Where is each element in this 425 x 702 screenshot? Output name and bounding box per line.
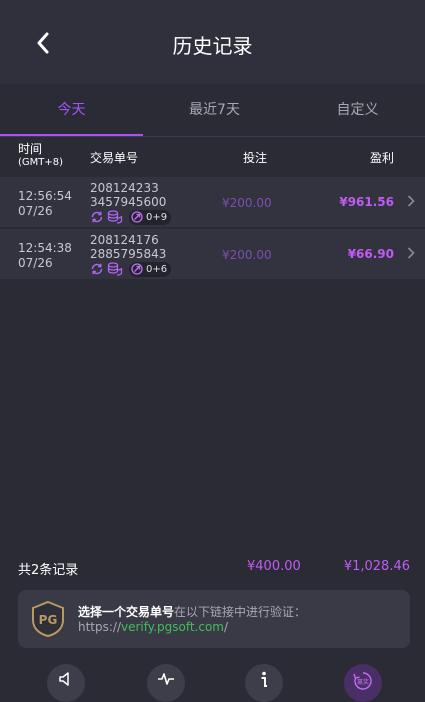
sound-button[interactable] bbox=[47, 664, 85, 702]
column-time-label: 时间 bbox=[18, 142, 43, 156]
total-profit: ¥1,028.46 bbox=[343, 559, 410, 574]
row-datetime: 12:56:54 07/26 bbox=[18, 189, 72, 219]
verify-banner: PG 选择一个交易单号在以下链接中进行验证： https://verify.pg… bbox=[18, 590, 410, 648]
table-header: 时间 (GMT+8) 交易单号 投注 盈利 bbox=[0, 137, 425, 175]
history-button[interactable]: 赢奖 bbox=[344, 664, 382, 702]
column-timezone-label: (GMT+8) bbox=[18, 157, 64, 168]
free-spin-chip: 0+9 bbox=[129, 209, 172, 225]
row-profit: ¥961.56 bbox=[339, 195, 394, 209]
free-spin-chip: 0+6 bbox=[129, 261, 172, 277]
row-date: 07/26 bbox=[18, 256, 53, 270]
coins-icon bbox=[107, 262, 123, 276]
table-row[interactable]: 12:56:54 07/26 208124233 3457945600 0+9 … bbox=[0, 177, 425, 227]
row-txn-line1: 208124233 bbox=[90, 181, 159, 195]
row-datetime: 12:54:38 07/26 bbox=[18, 241, 72, 271]
row-time: 12:56:54 bbox=[18, 189, 72, 203]
verify-instruction: 选择一个交易单号在以下链接中进行验证： bbox=[78, 603, 306, 620]
history-icon: 赢奖 bbox=[353, 672, 372, 690]
row-txn-line2: 3457945600 bbox=[90, 195, 167, 209]
total-bet: ¥400.00 bbox=[247, 559, 301, 574]
footer-toolbar: 赢奖 bbox=[0, 650, 425, 702]
tab-custom[interactable]: 自定义 bbox=[286, 84, 425, 136]
coins-icon bbox=[107, 210, 123, 224]
spin-icon bbox=[131, 263, 143, 275]
verify-url-prefix: https:// bbox=[78, 620, 122, 634]
verify-instruction-bold: 选择一个交易单号 bbox=[78, 605, 175, 619]
column-bet: 投注 bbox=[243, 151, 268, 165]
info-button[interactable] bbox=[245, 664, 283, 702]
row-time: 12:54:38 bbox=[18, 241, 72, 255]
info-icon bbox=[261, 671, 267, 687]
row-bet: ¥200.00 bbox=[222, 248, 272, 262]
header: 历史记录 bbox=[0, 0, 425, 84]
speaker-icon bbox=[59, 672, 69, 686]
chevron-right-icon bbox=[407, 247, 415, 259]
column-time: 时间 (GMT+8) bbox=[18, 143, 63, 169]
summary-bar: 共2条记录 ¥400.00 ¥1,028.46 bbox=[0, 545, 425, 591]
row-txn-line2: 2885795843 bbox=[90, 247, 167, 261]
row-date: 07/26 bbox=[18, 204, 53, 218]
chevron-right-icon bbox=[407, 195, 415, 207]
row-txn: 208124233 3457945600 bbox=[90, 181, 166, 209]
table-row[interactable]: 12:54:38 07/26 208124176 2885795843 0+6 … bbox=[0, 229, 425, 279]
history-label: 赢奖 bbox=[357, 678, 369, 686]
row-profit: ¥66.90 bbox=[347, 247, 394, 261]
record-count: 共2条记录 bbox=[18, 563, 79, 578]
active-tab-indicator bbox=[0, 134, 143, 136]
verify-url: https://verify.pgsoft.com/ bbox=[78, 620, 228, 634]
paytable-button[interactable] bbox=[147, 664, 185, 702]
row-icons: 0+9 bbox=[90, 209, 172, 225]
column-profit: 盈利 bbox=[370, 151, 395, 165]
refresh-icon bbox=[91, 263, 103, 275]
row-icons: 0+6 bbox=[90, 261, 172, 277]
pulse-icon bbox=[158, 673, 174, 685]
pg-logo-icon: PG bbox=[32, 600, 64, 638]
chip-value: 0+6 bbox=[146, 263, 168, 275]
verify-url-suffix: / bbox=[223, 620, 229, 634]
row-txn: 208124176 2885795843 bbox=[90, 233, 166, 261]
tab-today[interactable]: 今天 bbox=[0, 84, 143, 136]
row-bet: ¥200.00 bbox=[222, 196, 272, 210]
refresh-icon bbox=[91, 211, 103, 223]
column-txn: 交易单号 bbox=[90, 151, 139, 165]
page-title: 历史记录 bbox=[172, 34, 253, 58]
chip-value: 0+9 bbox=[146, 211, 168, 223]
spin-icon bbox=[131, 211, 143, 223]
svg-text:PG: PG bbox=[39, 613, 58, 627]
verify-instruction-text: 在以下链接中进行验证： bbox=[174, 605, 307, 619]
row-txn-line1: 208124176 bbox=[90, 233, 159, 247]
date-range-tabs: 今天 最近7天 自定义 bbox=[0, 84, 425, 137]
tab-last-7-days[interactable]: 最近7天 bbox=[143, 84, 286, 136]
verify-link[interactable]: verify.pgsoft.com bbox=[121, 620, 224, 634]
